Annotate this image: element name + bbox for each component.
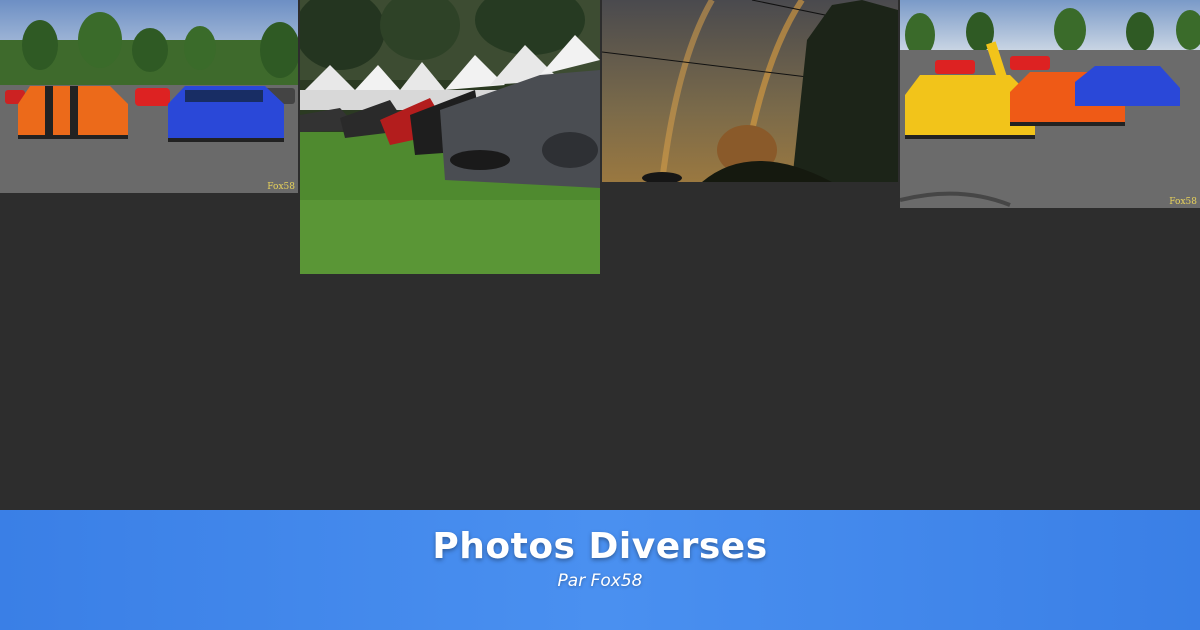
author-subtitle: Par Fox58 (557, 571, 643, 591)
photo-4-watermark: Fox58 (1169, 197, 1197, 207)
photo-3-image (602, 0, 898, 182)
title-banner: Photos Diverses Par Fox58 (0, 510, 1200, 630)
gallery-photo-3[interactable] (602, 0, 898, 182)
gallery-photo-4[interactable]: Fox58 (900, 0, 1200, 208)
photo-1-watermark: Fox58 (267, 182, 295, 192)
page-title: Photos Diverses (432, 526, 768, 567)
gallery-photo-1[interactable]: Fox58 (0, 0, 298, 193)
photo-4-image (900, 0, 1200, 208)
photo-gallery: Fox58 Fox58 (0, 0, 1200, 510)
photo-2-image (300, 0, 600, 274)
gallery-photo-2[interactable] (300, 0, 600, 274)
photo-1-image (0, 0, 298, 193)
